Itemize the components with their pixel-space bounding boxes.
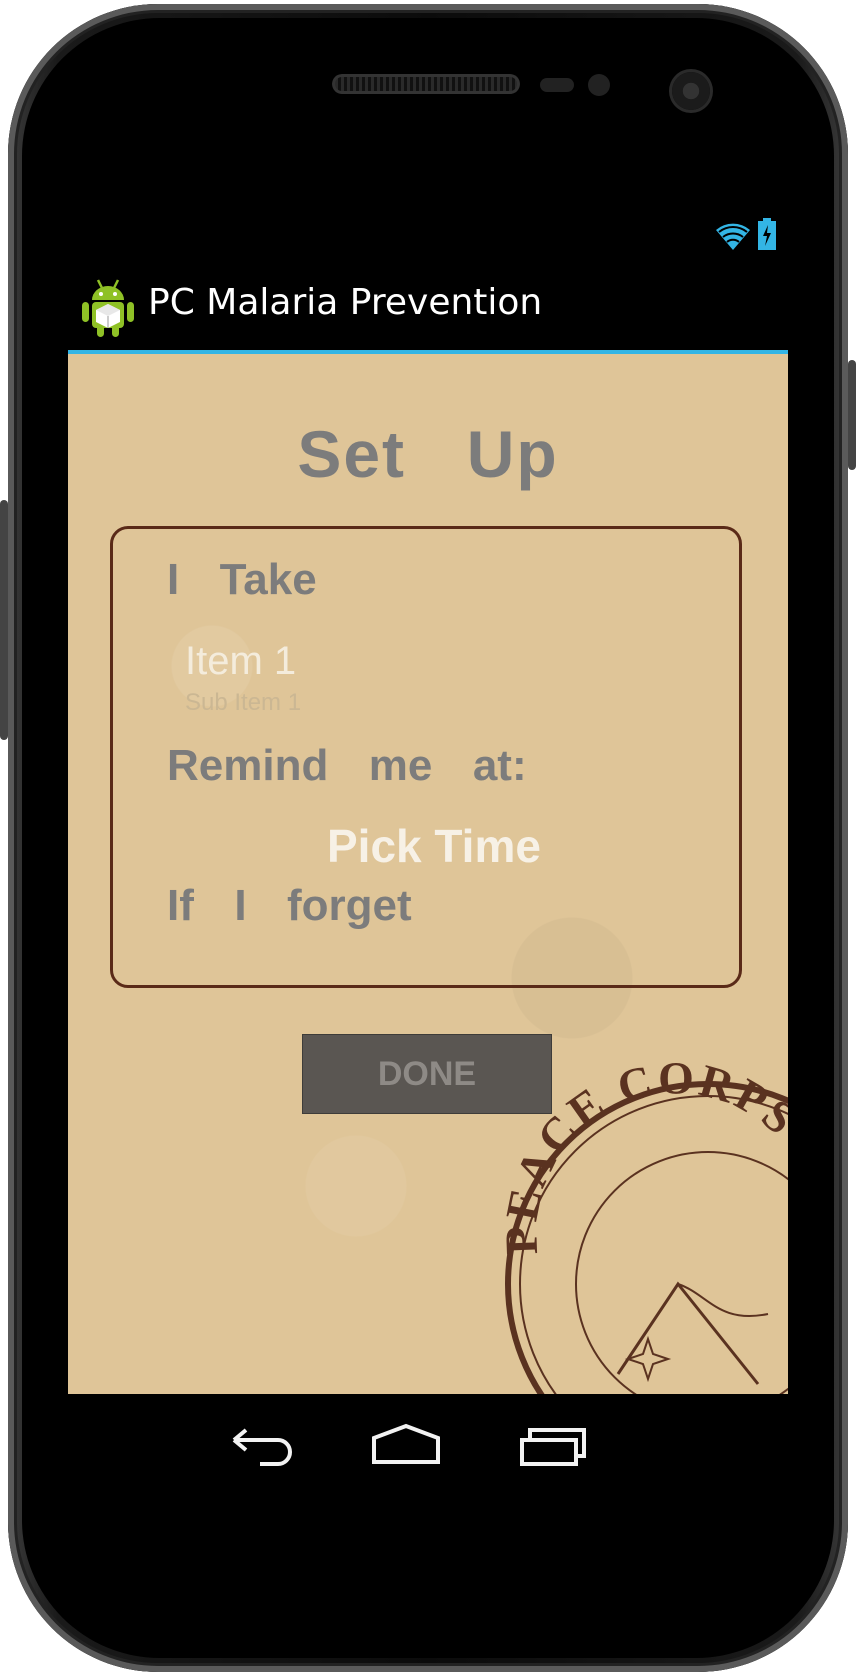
volume-button — [0, 500, 8, 740]
android-icon[interactable] — [80, 276, 136, 338]
status-bar — [68, 212, 788, 263]
selected-item-subtitle: Sub Item 1 — [185, 689, 302, 716]
proximity-sensor — [540, 78, 574, 92]
app-title: PC Malaria Prevention — [148, 282, 543, 323]
earpiece-speaker — [332, 74, 520, 94]
navigation-bar — [68, 1394, 788, 1492]
action-bar: PC Malaria Prevention — [68, 262, 788, 354]
peace-corps-stamp: PEACE CORPS — [495, 1052, 788, 1394]
stamp-text: PEACE CORPS — [495, 1052, 788, 1255]
home-icon[interactable] — [366, 1414, 446, 1470]
recents-icon[interactable] — [514, 1414, 594, 1470]
power-button — [848, 360, 856, 470]
back-icon[interactable] — [220, 1414, 300, 1470]
take-label: I Take — [167, 555, 317, 604]
light-sensor — [588, 74, 610, 96]
page-title: Set Up — [297, 417, 559, 491]
battery-charging-icon — [758, 218, 776, 250]
remind-label: Remind me at: — [167, 741, 527, 790]
setup-content: Set Up I Take Item 1 Sub Item 1 Remind m… — [68, 354, 788, 1394]
screen: PC Malaria Prevention Set Up I Take Item… — [68, 212, 788, 1492]
front-camera — [672, 72, 710, 110]
setup-card: I Take Item 1 Sub Item 1 Remind me at: P… — [110, 526, 742, 988]
svg-text:PEACE CORPS: PEACE CORPS — [495, 1052, 788, 1255]
selected-item-title: Item 1 — [185, 639, 297, 683]
medication-spinner[interactable]: Item 1 Sub Item 1 — [113, 629, 713, 719]
wifi-icon — [716, 223, 750, 250]
pick-time-button[interactable]: Pick Time — [327, 819, 541, 873]
forget-label: If I forget — [167, 881, 412, 930]
